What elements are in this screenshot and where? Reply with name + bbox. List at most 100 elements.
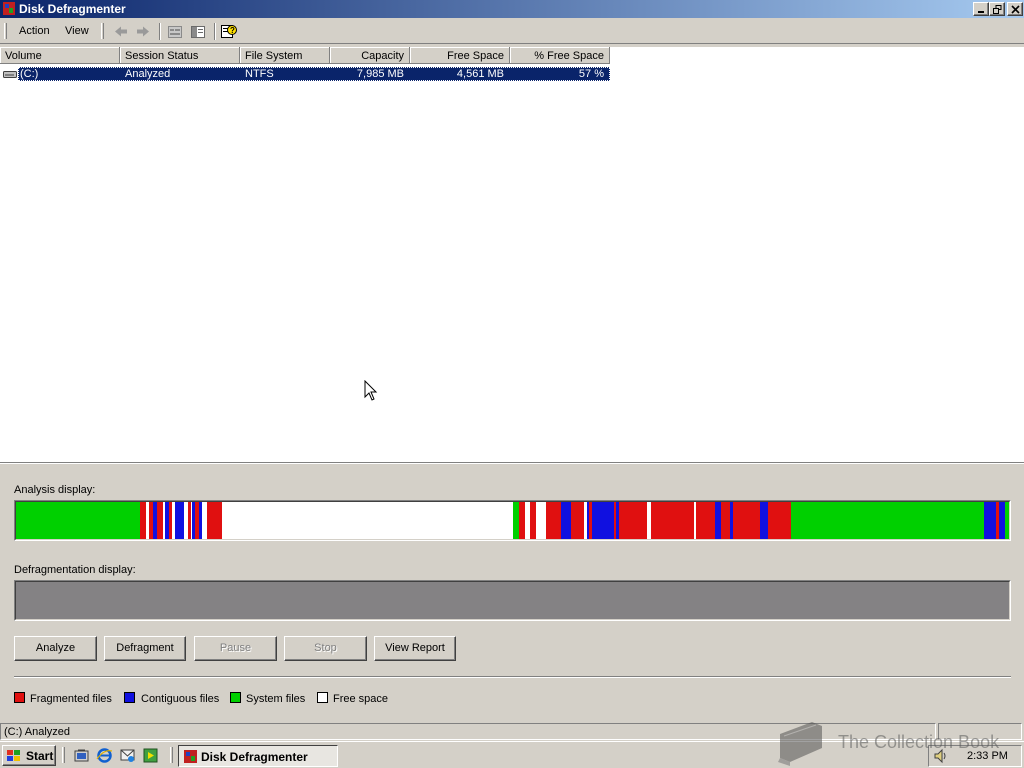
- analysis-segment: [592, 502, 599, 539]
- column-header-free-space[interactable]: Free Space: [410, 47, 510, 64]
- close-icon: [1011, 5, 1020, 14]
- analysis-segment: [747, 502, 754, 539]
- analysis-segment: [682, 502, 687, 539]
- defragmentation-display-label: Defragmentation display:: [14, 564, 136, 576]
- start-button[interactable]: Start: [2, 745, 56, 766]
- analysis-segment: [16, 502, 140, 539]
- analysis-segment: [149, 502, 153, 539]
- analysis-segment: [694, 502, 696, 539]
- analysis-segment: [999, 502, 1005, 539]
- analysis-segment: [175, 502, 184, 539]
- menu-action[interactable]: Action: [19, 25, 50, 37]
- analysis-display-graph: [16, 502, 1009, 539]
- analysis-segment: [768, 502, 773, 539]
- analysis-segment: [584, 502, 587, 539]
- column-header-file-system[interactable]: File System: [240, 47, 330, 64]
- hard-drive-icon: [3, 71, 17, 78]
- analysis-segment: [549, 502, 557, 539]
- analysis-segment: [563, 502, 571, 539]
- menu-view[interactable]: View: [65, 25, 89, 37]
- analysis-segment: [760, 502, 768, 539]
- pause-button[interactable]: Pause: [194, 636, 277, 661]
- defragmentation-display: [14, 580, 1011, 621]
- analysis-segment: [525, 502, 530, 539]
- taskbar-button-label: Disk Defragmenter: [201, 750, 308, 764]
- analysis-segment: [199, 502, 202, 539]
- analysis-segment: [1005, 502, 1009, 539]
- volume-list: Volume Session Status File System Capaci…: [0, 47, 1024, 462]
- window-title: Disk Defragmenter: [19, 2, 126, 16]
- analysis-segment: [754, 502, 760, 539]
- watermark-text: The Collection Book: [838, 732, 1000, 752]
- start-label: Start: [26, 749, 54, 763]
- analysis-segment: [773, 502, 780, 539]
- analysis-segment: [207, 502, 222, 539]
- column-header-pct-free-space[interactable]: % Free Space: [510, 47, 610, 64]
- analysis-segment: [780, 502, 783, 539]
- show-hide-console-tree-icon[interactable]: [189, 23, 207, 40]
- analysis-segment: [647, 502, 651, 539]
- analysis-segment: [696, 502, 702, 539]
- divider: [14, 676, 1011, 678]
- analysis-segment: [677, 502, 682, 539]
- cell-free-space: 4,561 MB: [456, 68, 504, 80]
- cell-pct-free-space: 57 %: [578, 68, 604, 80]
- analysis-segment: [687, 502, 694, 539]
- taskbar-button-disk-defragmenter[interactable]: Disk Defragmenter: [178, 745, 338, 767]
- disk-defragmenter-icon: [184, 750, 197, 763]
- close-button[interactable]: [1007, 2, 1023, 16]
- book-icon: [778, 722, 822, 766]
- properties-icon[interactable]: [166, 23, 184, 40]
- analysis-segment: [638, 502, 641, 539]
- analysis-segment: [740, 502, 744, 539]
- minimize-icon: [978, 11, 984, 13]
- forward-arrow-icon[interactable]: [134, 23, 152, 40]
- taskbar-grip: [170, 747, 173, 763]
- column-header-volume[interactable]: Volume: [0, 47, 120, 64]
- windows-media-player-icon[interactable]: [142, 747, 159, 764]
- legend-free-label: Free space: [333, 693, 389, 705]
- help-icon[interactable]: ?: [220, 23, 238, 40]
- analysis-segment: [157, 502, 163, 539]
- outlook-express-icon[interactable]: [119, 747, 136, 764]
- analysis-segment: [202, 502, 207, 539]
- legend-swatch-free: [317, 692, 328, 703]
- analysis-segment: [169, 502, 172, 539]
- analysis-segment: [192, 502, 195, 539]
- analysis-display: [14, 500, 1011, 541]
- internet-explorer-icon[interactable]: [96, 747, 113, 764]
- table-row[interactable]: (C:) Analyzed NTFS 7,985 MB 4,561 MB 57 …: [0, 67, 610, 81]
- mouse-pointer-icon: [364, 380, 378, 401]
- analysis-segment: [589, 502, 592, 539]
- splitter[interactable]: [0, 462, 1024, 464]
- analysis-segment: [664, 502, 668, 539]
- analysis-segment: [587, 502, 589, 539]
- analysis-segment: [172, 502, 175, 539]
- column-header-session-status[interactable]: Session Status: [120, 47, 240, 64]
- analysis-segment: [619, 502, 623, 539]
- legend-swatch-fragmented: [14, 692, 25, 703]
- analysis-segment: [671, 502, 677, 539]
- legend-swatch-contiguous: [124, 692, 135, 703]
- analysis-segment: [607, 502, 614, 539]
- analysis-segment: [651, 502, 657, 539]
- analysis-display-label: Analysis display:: [14, 484, 96, 496]
- analysis-segment: [616, 502, 619, 539]
- stop-button[interactable]: Stop: [284, 636, 367, 661]
- back-arrow-icon[interactable]: [112, 23, 130, 40]
- minimize-button[interactable]: [973, 2, 989, 16]
- analysis-segment: [733, 502, 740, 539]
- analysis-segment: [599, 502, 607, 539]
- defragment-button[interactable]: Defragment: [104, 636, 186, 661]
- restore-button[interactable]: [989, 2, 1005, 16]
- view-report-button[interactable]: View Report: [374, 636, 456, 661]
- show-desktop-icon[interactable]: [73, 747, 90, 764]
- analysis-segment: [984, 502, 996, 539]
- analysis-segment: [791, 502, 984, 539]
- analysis-segment: [996, 502, 999, 539]
- column-header-capacity[interactable]: Capacity: [330, 47, 410, 64]
- analyze-button[interactable]: Analyze: [14, 636, 97, 661]
- toolbar-grip: [4, 23, 7, 39]
- quicklaunch-grip: [62, 747, 65, 763]
- analysis-segment: [146, 502, 149, 539]
